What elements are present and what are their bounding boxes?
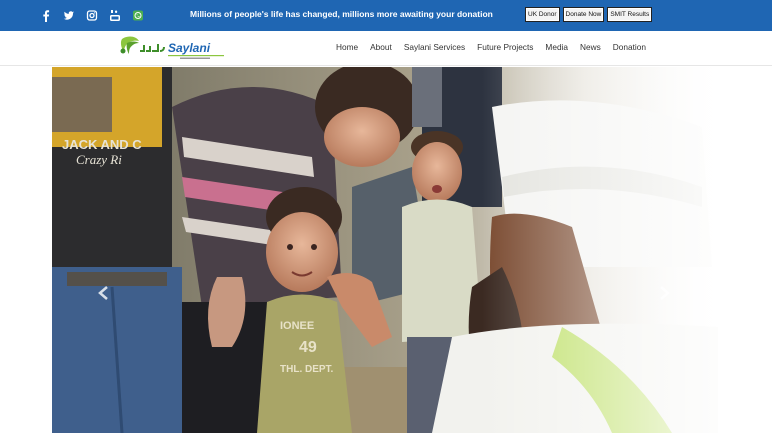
top-buttons: UK Donor Donate Now SMIT Results (525, 7, 653, 22)
twitter-icon[interactable] (63, 9, 75, 22)
social-links (40, 9, 144, 22)
next-slide-arrow-icon[interactable] (656, 285, 672, 301)
nav-about[interactable]: About (364, 42, 398, 52)
saylani-logo[interactable]: Saylani (118, 35, 230, 63)
tagline: Millions of people's life has changed, m… (190, 9, 493, 19)
smit-results-button[interactable]: SMIT Results (607, 7, 653, 22)
nav-saylani-services[interactable]: Saylani Services (398, 42, 471, 52)
instagram-icon[interactable] (86, 9, 98, 22)
shirt-print-1: JACK AND C (62, 137, 142, 152)
nav-future-projects[interactable]: Future Projects (471, 42, 539, 52)
shirt-print-3: IONEE (280, 320, 314, 332)
prev-slide-arrow-icon[interactable] (96, 285, 112, 301)
donate-now-button[interactable]: Donate Now (562, 7, 605, 22)
hero-photo: JACK AND C Crazy Ri IONEE 49 THL. DEPT. (52, 67, 718, 433)
nav-news[interactable]: News (574, 42, 607, 52)
youtube-icon[interactable] (109, 9, 121, 22)
top-bar: Millions of people's life has changed, m… (0, 0, 772, 31)
navbar: Saylani Home About Saylani Services Futu… (0, 31, 772, 66)
whatsapp-icon[interactable] (132, 9, 144, 22)
shirt-print-5: THL. DEPT. (280, 364, 334, 375)
shirt-print-2: Crazy Ri (76, 152, 122, 167)
facebook-icon[interactable] (40, 9, 52, 22)
nav-home[interactable]: Home (330, 42, 364, 52)
hero-slider: JACK AND C Crazy Ri IONEE 49 THL. DEPT. (52, 67, 718, 433)
uk-donor-button[interactable]: UK Donor (525, 7, 560, 22)
nav-donation[interactable]: Donation (607, 42, 652, 52)
nav-media[interactable]: Media (539, 42, 574, 52)
logo-wordmark: Saylani (168, 41, 211, 55)
shirt-print-4: 49 (299, 339, 317, 356)
main-nav: Home About Saylani Services Future Proje… (330, 42, 652, 52)
